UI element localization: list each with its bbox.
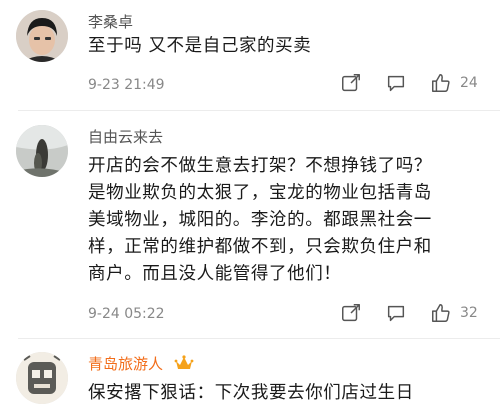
comment-text: 保安撂下狠话：下次我要去你们店过生日 — [88, 383, 414, 403]
share-button[interactable] — [340, 302, 362, 324]
avatar[interactable] — [16, 125, 68, 177]
share-button[interactable] — [340, 72, 362, 94]
username[interactable]: 青岛旅游人 — [88, 354, 194, 373]
comment-time: 9-23 21:49 — [88, 77, 165, 93]
comment-text: 至于吗 又不是自己家的买卖 — [88, 36, 312, 56]
comment-text-line: 是物业欺负的太狠了，宝龙的物业包括青岛 — [88, 183, 432, 203]
comment-time: 9-24 05:22 — [88, 306, 165, 322]
avatar[interactable] — [16, 10, 68, 62]
crown-icon — [174, 355, 194, 369]
username[interactable]: 自由云来去 — [88, 128, 163, 146]
comment-button[interactable] — [385, 72, 407, 94]
username[interactable]: 李桑卓 — [88, 13, 133, 31]
like-count: 32 — [460, 305, 478, 321]
thumbs-up-icon — [432, 304, 450, 322]
share-icon — [342, 74, 360, 92]
username-text: 青岛旅游人 — [88, 355, 164, 373]
like-count: 24 — [460, 75, 478, 91]
comment-item: 青岛旅游人 保安撂下狠话：下次我要去你们店过生日 — [0, 338, 500, 410]
like-button[interactable]: 24 — [430, 72, 478, 94]
comment-button[interactable] — [385, 302, 407, 324]
comment-item: 李桑卓 至于吗 又不是自己家的买卖 9-23 21:49 24 — [0, 0, 500, 110]
avatar[interactable] — [16, 352, 68, 404]
like-button[interactable]: 32 — [430, 302, 478, 324]
comment-text-line: 样，正常的维护都做不到，只会欺负住户和 — [88, 237, 432, 257]
thumbs-up-icon — [432, 74, 450, 92]
comment-text-line: 开店的会不做生意去打架？不想挣钱了吗？ — [88, 156, 432, 176]
share-icon — [342, 304, 360, 322]
comment-text-line: 商户。而且没人能管得了他们！ — [88, 264, 342, 284]
comment-icon — [387, 75, 405, 92]
comment-text-line: 美域物业，城阳的。李沧的。都跟黑社会一 — [88, 210, 432, 230]
comment-item: 自由云来去 开店的会不做生意去打架？不想挣钱了吗？ 是物业欺负的太狠了，宝龙的物… — [0, 110, 500, 336]
comment-icon — [387, 305, 405, 322]
